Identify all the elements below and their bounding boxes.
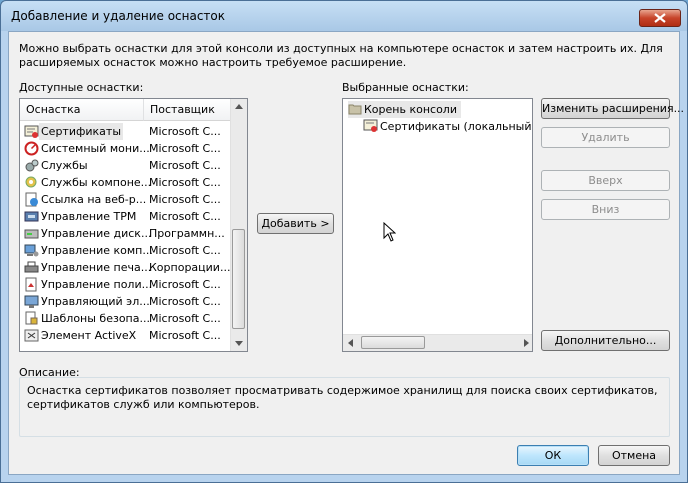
list-item[interactable]: Управление печа... Корпорации...: [20, 259, 230, 276]
selected-tree-hscrollbar[interactable]: [343, 334, 532, 351]
tree-item-certificates[interactable]: Сертификаты (локальный ко: [363, 118, 532, 138]
column-header-vendor[interactable]: Поставщик: [144, 99, 232, 121]
intro-text: Можно выбрать оснастки для этой консоли …: [19, 42, 663, 69]
certificates-icon: [24, 124, 39, 139]
scroll-left-arrow-icon[interactable]: [348, 339, 353, 347]
tpm-icon: [24, 209, 39, 224]
available-list-scrollbar[interactable]: [230, 99, 247, 351]
wmi-control-icon: [24, 294, 39, 309]
close-button[interactable]: [639, 9, 681, 27]
available-label: Доступные оснастки:: [19, 81, 144, 94]
scroll-right-arrow-icon[interactable]: [524, 339, 529, 347]
component-services-icon: [24, 175, 39, 190]
description-box: Оснастка сертификатов позволяет просматр…: [19, 377, 670, 437]
tree-item-console-root[interactable]: Корень консоли: [348, 101, 461, 118]
scroll-up-arrow-icon[interactable]: [235, 104, 243, 109]
ok-button[interactable]: ОК: [517, 445, 589, 466]
computer-management-icon: [24, 243, 39, 258]
services-icon: [24, 158, 39, 173]
activex-icon: [24, 328, 39, 343]
disk-management-icon: [24, 226, 39, 241]
close-icon: [654, 13, 666, 23]
list-item[interactable]: Управление TPM Microsoft C...: [20, 208, 230, 225]
certificates-icon: [363, 118, 378, 138]
list-item[interactable]: Ссылка на веб-р... Microsoft C...: [20, 191, 230, 208]
window-title: Добавление и удаление оснасток: [11, 9, 226, 23]
scroll-thumb[interactable]: [361, 336, 425, 349]
selected-label: Выбранные оснастки:: [342, 81, 469, 94]
available-snapins-list[interactable]: Оснастка Поставщик Сертификаты Microsoft…: [19, 98, 248, 352]
performance-monitor-icon: [24, 141, 39, 156]
list-item[interactable]: Сертификаты Microsoft C...: [20, 123, 230, 140]
list-item[interactable]: Системный мони... Microsoft C...: [20, 140, 230, 157]
mouse-cursor-icon: [383, 222, 396, 242]
dialog-client: Можно выбрать оснастки для этой консоли …: [8, 31, 684, 475]
list-item[interactable]: Управление диск... Программн...: [20, 225, 230, 242]
list-item[interactable]: Управление комп... Microsoft C...: [20, 242, 230, 259]
move-up-button[interactable]: Вверх: [541, 170, 670, 191]
policy-management-icon: [24, 277, 39, 292]
selected-snapins-tree[interactable]: Корень консоли Сертификаты (локальный ко: [342, 98, 533, 352]
add-button[interactable]: Добавить >: [257, 213, 334, 234]
dialog-window: Добавление и удаление оснасток Можно выб…: [0, 0, 688, 483]
title-bar[interactable]: Добавление и удаление оснасток: [1, 1, 687, 31]
edit-extensions-button[interactable]: Изменить расширения...: [541, 98, 684, 119]
cancel-button[interactable]: Отмена: [598, 445, 670, 466]
advanced-button[interactable]: Дополнительно...: [541, 330, 670, 351]
folder-icon: [348, 103, 362, 120]
security-templates-icon: [24, 311, 39, 326]
list-item[interactable]: Службы Microsoft C...: [20, 157, 230, 174]
list-item[interactable]: Элемент ActiveX Microsoft C...: [20, 327, 230, 344]
description-text: Оснастка сертификатов позволяет просматр…: [27, 384, 658, 411]
move-down-button[interactable]: Вниз: [541, 199, 670, 220]
remove-button[interactable]: Удалить: [541, 127, 670, 148]
scroll-thumb[interactable]: [232, 229, 245, 329]
scroll-down-arrow-icon[interactable]: [235, 341, 243, 346]
list-item[interactable]: Шаблоны безопа... Microsoft C...: [20, 310, 230, 327]
web-link-icon: [24, 192, 39, 207]
list-item[interactable]: Управление поли... Microsoft C...: [20, 276, 230, 293]
list-item[interactable]: Службы компоне... Microsoft C...: [20, 174, 230, 191]
print-management-icon: [24, 260, 39, 275]
list-item[interactable]: Управляющий эл... Microsoft C...: [20, 293, 230, 310]
column-header-snapin[interactable]: Оснастка: [20, 99, 144, 121]
